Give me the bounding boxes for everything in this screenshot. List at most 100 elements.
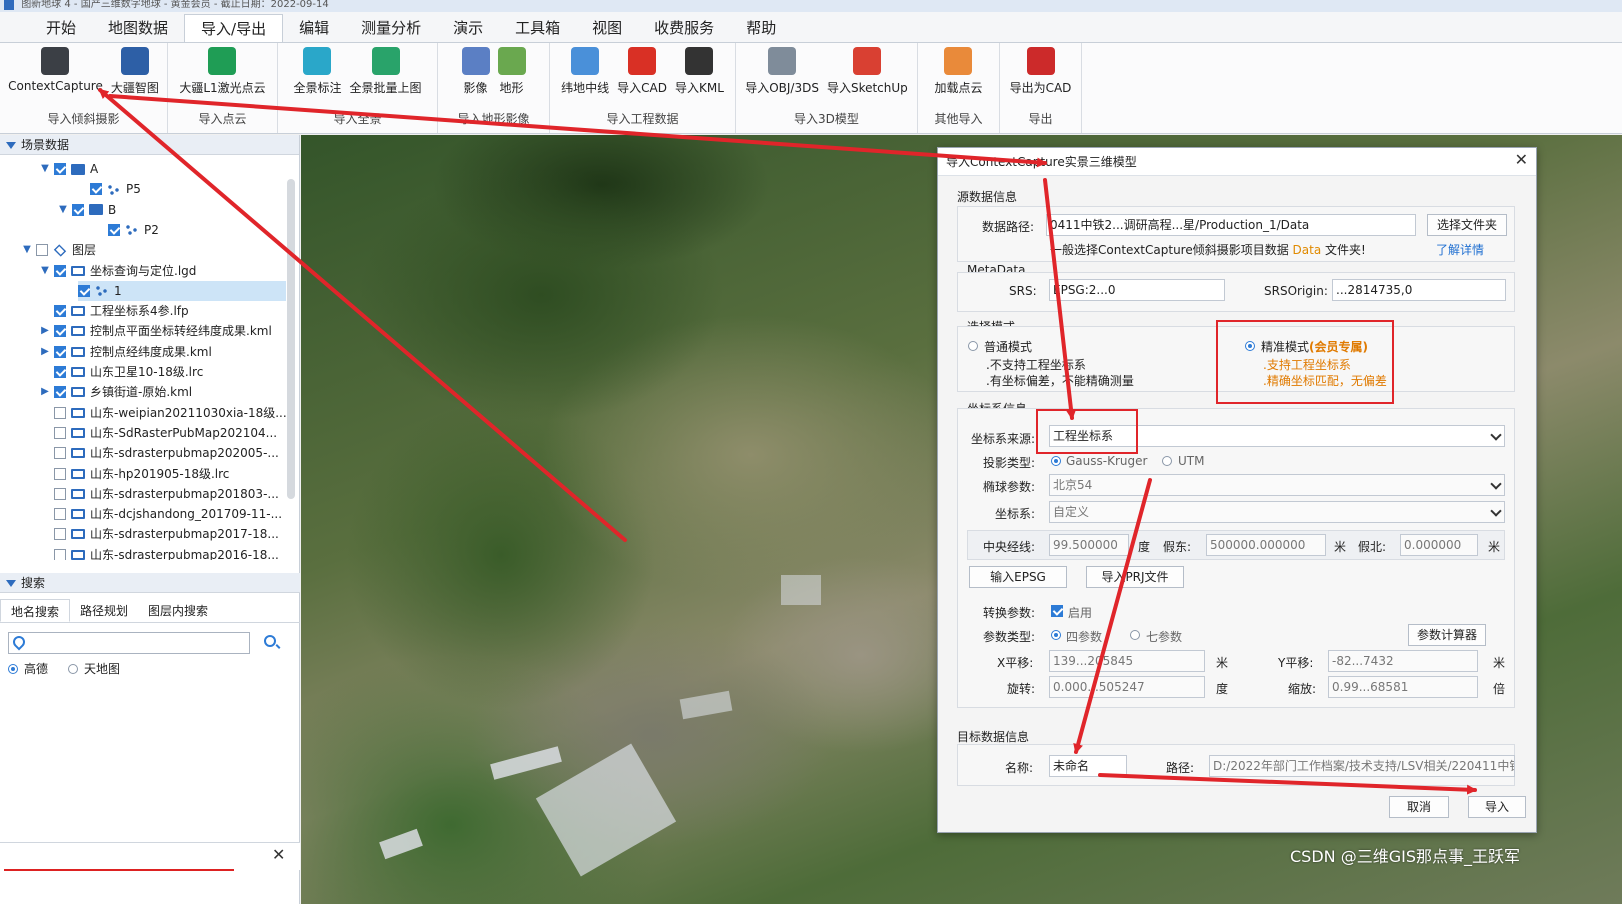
- collapse-arrow-icon[interactable]: ▼: [40, 261, 50, 281]
- ribbon-button[interactable]: 导入KML: [671, 47, 728, 96]
- choose-folder-button[interactable]: 选择文件夹: [1427, 214, 1507, 236]
- x-offset-field[interactable]: 139...205845: [1049, 650, 1205, 672]
- false-easting-field[interactable]: 500000.000000: [1206, 534, 1326, 556]
- param-calculator-button[interactable]: 参数计算器: [1408, 624, 1486, 646]
- radio-gaode[interactable]: [8, 663, 18, 674]
- input-epsg-button[interactable]: 输入EPSG: [969, 566, 1067, 588]
- ribbon-button[interactable]: 影像: [458, 47, 494, 96]
- srs-field[interactable]: EPSG:2...0: [1049, 279, 1225, 301]
- tree-item-checkbox[interactable]: [54, 487, 66, 500]
- ribbon-button[interactable]: 导出为CAD: [1006, 47, 1076, 96]
- tree-item[interactable]: 山东-dcjshandong_201709-11-...: [0, 504, 282, 524]
- ribbon-button[interactable]: 大疆L1激光点云: [175, 47, 269, 96]
- four-params-radio[interactable]: [1051, 630, 1061, 640]
- tree-item[interactable]: ▶ 控制点经纬度成果.kml: [0, 342, 212, 362]
- srs-origin-field[interactable]: ...2814735,0: [1332, 279, 1506, 301]
- dialog-close-icon[interactable]: ✕: [1515, 150, 1528, 169]
- normal-mode-radio[interactable]: [968, 341, 978, 351]
- collapse-triangle-icon[interactable]: [6, 142, 16, 149]
- tree-item-checkbox[interactable]: [54, 264, 66, 277]
- ribbon-button[interactable]: ContextCapture: [4, 47, 107, 93]
- collapse-arrow-icon[interactable]: ▼: [40, 159, 50, 179]
- tree-item-checkbox[interactable]: [36, 244, 48, 257]
- ribbon-button[interactable]: 纬地中线: [557, 47, 613, 96]
- ribbon-button[interactable]: 全景批量上图: [346, 47, 426, 96]
- central-meridian-field[interactable]: 99.500000: [1049, 534, 1129, 556]
- search-icon[interactable]: [264, 635, 276, 647]
- tree-item-checkbox[interactable]: [54, 508, 66, 521]
- close-icon[interactable]: ✕: [272, 845, 285, 864]
- tree-item[interactable]: P5: [0, 179, 141, 199]
- tab-route-planning[interactable]: 路径规划: [70, 599, 138, 622]
- ellipsoid-select[interactable]: 北京54: [1049, 474, 1505, 496]
- crs-select[interactable]: 自定义: [1049, 501, 1505, 523]
- data-path-field[interactable]: 0411中铁2...调研高程...星/Production_1/Data: [1046, 214, 1416, 236]
- radio-tianditu[interactable]: [68, 663, 79, 674]
- tree-item[interactable]: 工程坐标系4参.lfp: [0, 301, 189, 321]
- menu-help[interactable]: 帮助: [730, 14, 792, 42]
- tree-item-checkbox[interactable]: [54, 345, 66, 358]
- tree-item-checkbox[interactable]: [54, 366, 66, 378]
- target-name-field[interactable]: 未命名: [1049, 755, 1127, 777]
- learn-more-link[interactable]: 了解详情: [1436, 241, 1484, 258]
- tree-item-checkbox[interactable]: [54, 548, 66, 560]
- collapse-triangle-icon[interactable]: [6, 580, 16, 587]
- tree-item-checkbox[interactable]: [54, 406, 66, 419]
- tree-item-checkbox[interactable]: [54, 163, 66, 175]
- tree-item[interactable]: 1: [78, 280, 286, 301]
- target-path-field[interactable]: D:/2022年部门工作档案/技术支持/LSV相关/220411中铁2: [1209, 755, 1515, 777]
- ribbon-button[interactable]: 导入OBJ/3DS: [741, 47, 823, 96]
- tree-item[interactable]: ▼ 图层: [0, 240, 96, 260]
- tree-item-checkbox[interactable]: [54, 426, 66, 439]
- menu-map-data[interactable]: 地图数据: [92, 14, 184, 42]
- tree-item[interactable]: 山东-sdrasterpubmap2017-18...: [0, 524, 279, 544]
- tree-item-checkbox[interactable]: [90, 183, 102, 196]
- ribbon-button[interactable]: 地形: [494, 47, 530, 96]
- tab-layer-search[interactable]: 图层内搜索: [138, 599, 218, 622]
- menu-toolbox[interactable]: 工具箱: [499, 14, 576, 42]
- tree-item[interactable]: 山东-sdrasterpubmap201803-...: [0, 484, 279, 504]
- tree-item[interactable]: 山东-sdrasterpubmap2016-18...: [0, 545, 279, 560]
- tree-scrollbar[interactable]: [287, 179, 295, 499]
- search-header[interactable]: 搜索: [0, 573, 300, 593]
- utm-radio[interactable]: [1162, 456, 1172, 466]
- search-input[interactable]: [8, 632, 250, 654]
- gauss-kruger-radio[interactable]: [1051, 456, 1061, 466]
- tree-item-checkbox[interactable]: [54, 467, 66, 480]
- import-prj-button[interactable]: 导入PRJ文件: [1086, 566, 1184, 588]
- tree-item[interactable]: P2: [0, 220, 159, 240]
- tree-item[interactable]: ▼ A: [0, 159, 98, 179]
- expand-arrow-icon[interactable]: ▶: [40, 382, 50, 402]
- ribbon-button[interactable]: 导入CAD: [613, 47, 671, 96]
- false-northing-field[interactable]: 0.000000: [1400, 534, 1478, 556]
- tree-item[interactable]: 山东-hp201905-18级.lrc: [0, 464, 229, 484]
- expand-arrow-icon[interactable]: ▶: [40, 342, 50, 362]
- menu-paid-services[interactable]: 收费服务: [638, 14, 730, 42]
- tree-item-checkbox[interactable]: [54, 325, 66, 338]
- ribbon-button[interactable]: 导入SketchUp: [823, 47, 912, 96]
- scale-field[interactable]: 0.99...68581: [1328, 676, 1478, 698]
- tree-item-checkbox[interactable]: [54, 386, 66, 399]
- tree-item-checkbox[interactable]: [54, 305, 66, 318]
- seven-params-radio[interactable]: [1130, 630, 1140, 640]
- menu-import-export[interactable]: 导入/导出: [184, 14, 284, 42]
- tree-item[interactable]: 山东-sdrasterpubmap202005-...: [0, 443, 279, 463]
- tree-item-checkbox[interactable]: [108, 223, 120, 236]
- expand-arrow-icon[interactable]: ▶: [40, 321, 50, 341]
- menu-measure[interactable]: 测量分析: [345, 14, 437, 42]
- tree-item[interactable]: ▼ B: [0, 200, 116, 220]
- tab-place-search[interactable]: 地名搜索: [0, 599, 71, 622]
- tree-item[interactable]: 山东-weipian20211030xia-18级...: [0, 403, 287, 423]
- tree-item[interactable]: 山东-SdRasterPubMap202104...: [0, 423, 277, 443]
- collapse-arrow-icon[interactable]: ▼: [22, 240, 32, 260]
- tree-item-checkbox[interactable]: [54, 447, 66, 460]
- tree-item[interactable]: ▶ 乡镇街道-原始.kml: [0, 382, 192, 402]
- tree-item-checkbox[interactable]: [54, 528, 66, 541]
- ribbon-button[interactable]: 大疆智图: [107, 47, 163, 96]
- transform-enable-checkbox[interactable]: [1051, 605, 1063, 617]
- ribbon-button[interactable]: 全景标注: [289, 47, 345, 96]
- cancel-button[interactable]: 取消: [1389, 796, 1449, 818]
- collapse-arrow-icon[interactable]: ▼: [58, 200, 68, 220]
- tree-item[interactable]: ▼ 坐标查询与定位.lgd: [0, 261, 196, 281]
- tree-item-checkbox[interactable]: [78, 284, 90, 297]
